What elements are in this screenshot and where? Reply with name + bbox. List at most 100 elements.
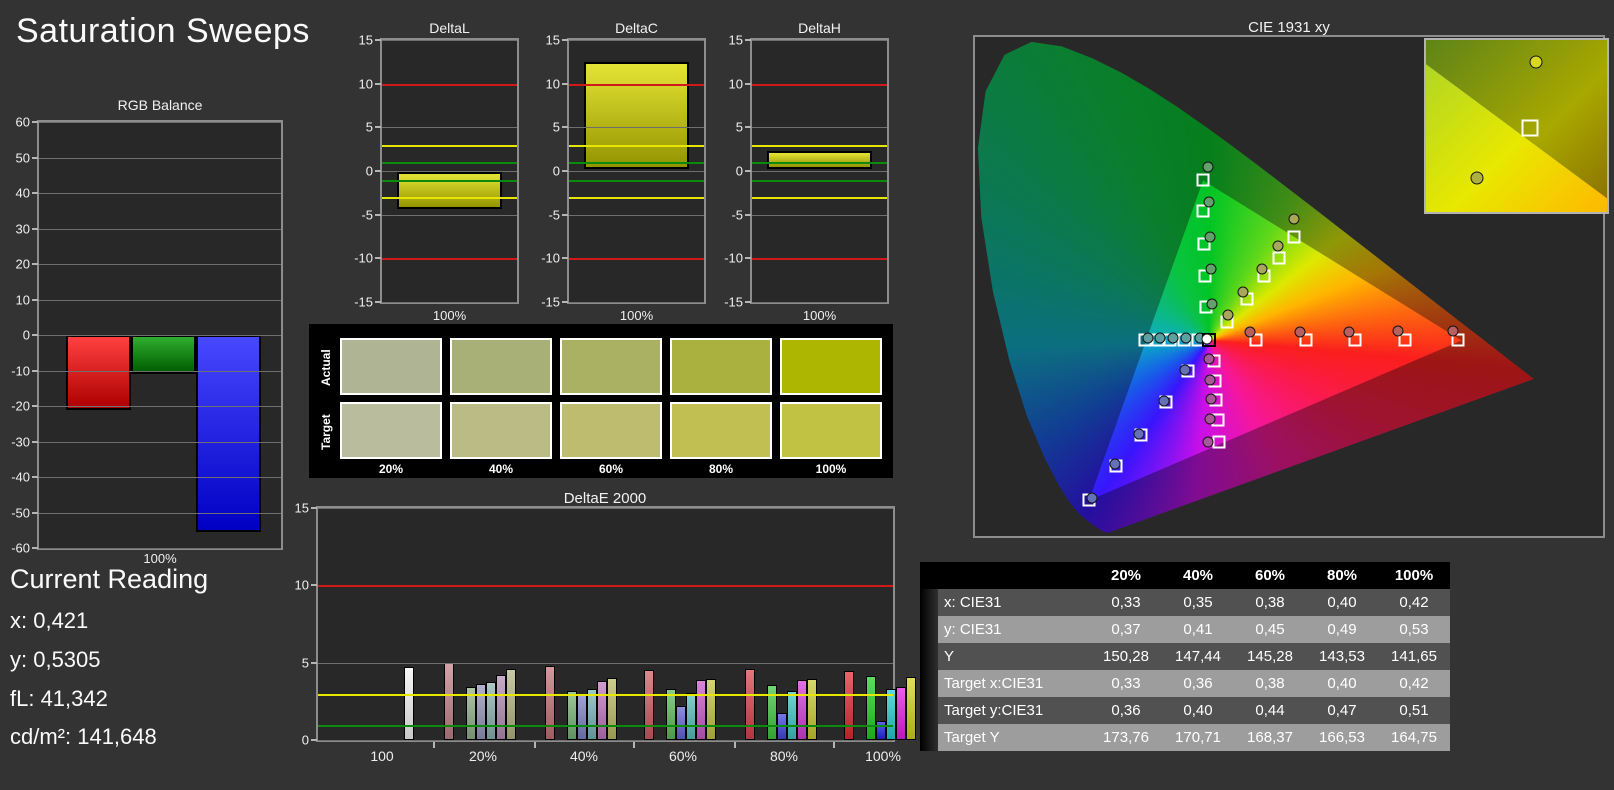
inset-target-square — [1521, 119, 1539, 137]
deltae-group-label: 100% — [865, 748, 901, 764]
limit-line — [752, 144, 887, 147]
limit-line — [569, 144, 704, 147]
table-row-label: Target y:CIE31 — [938, 697, 1090, 724]
deltae-bar-100%-1 — [866, 675, 876, 740]
y-axis-label: 15 — [358, 32, 373, 48]
limit-line — [752, 162, 887, 165]
cie-target-square-magenta — [1212, 435, 1226, 449]
current-reading-cdm2: cd/m²: 141,648 — [10, 724, 157, 749]
deltae-chart: 15 10 5 0 100 20% 40% 60% 80% 100% — [295, 501, 916, 764]
y-axis-label: -10 — [11, 363, 30, 378]
cie-whitepoint-dot — [1201, 333, 1213, 345]
gridline — [752, 40, 887, 41]
y-axis-label: -30 — [11, 434, 30, 449]
cie-measured-dot-magenta — [1205, 393, 1217, 405]
rgb-bar-green — [131, 335, 196, 375]
gridline — [382, 127, 517, 129]
table-cell: 145,28 — [1234, 643, 1306, 670]
y-axis-tick — [745, 301, 751, 303]
limit-line — [382, 197, 517, 200]
gridline — [752, 127, 887, 129]
delta-chart-deltac: 15 10 5 0 -5 -10 -15 — [541, 33, 706, 310]
table-cell: 173,76 — [1090, 724, 1162, 751]
table-row: Y 150,28 147,44 145,28 143,53 141,65 — [920, 643, 1450, 670]
deltae-bar-60%-4 — [696, 679, 706, 740]
deltae-bar-100%-4 — [896, 686, 906, 740]
limit-line — [569, 179, 704, 182]
table-cell: 0,42 — [1378, 670, 1450, 697]
gridline — [39, 157, 281, 159]
y-axis-label: -15 — [354, 294, 373, 310]
cie-measured-dot-green — [1202, 161, 1214, 173]
y-axis-tick — [745, 257, 751, 260]
y-axis-label: 10 — [15, 292, 30, 307]
gridline — [39, 299, 281, 301]
swatch-actual-100% — [780, 338, 882, 395]
gridline — [569, 127, 704, 129]
table-cell: 0,38 — [1234, 589, 1306, 616]
cie-measured-dot-cyan — [1154, 332, 1166, 344]
gridline — [752, 171, 887, 172]
y-axis-label: -15 — [724, 294, 743, 310]
y-axis-tick — [375, 82, 381, 85]
cie-measured-dot-green — [1204, 231, 1216, 243]
y-axis-label: 10 — [728, 76, 743, 92]
y-axis-label: 50 — [15, 150, 30, 165]
y-axis-tick — [375, 301, 381, 303]
deltae-group-label: 60% — [668, 748, 698, 764]
y-axis-label: -50 — [11, 505, 30, 520]
y-axis-label: -40 — [11, 469, 30, 485]
table-cell: 0,51 — [1378, 697, 1450, 724]
table-row-label: y: CIE31 — [938, 616, 1090, 643]
limit-line — [382, 83, 517, 86]
cie-measured-dot-green — [1205, 263, 1217, 275]
deltae-group-label: 100 — [370, 748, 394, 764]
table-row: x: CIE31 0,33 0,35 0,38 0,40 0,42 — [920, 589, 1450, 616]
table-cell: 0,33 — [1090, 670, 1162, 697]
deltae-bar-40%-3 — [587, 689, 597, 740]
cie-target-square-yellow — [1272, 251, 1286, 264]
y-axis-tick — [32, 440, 38, 443]
cie-target-square-yellow — [1287, 230, 1301, 244]
delta-bar — [584, 61, 689, 169]
y-axis-label: -5 — [548, 207, 560, 223]
rgb-bar-red — [66, 335, 131, 410]
y-axis-tick — [745, 213, 751, 216]
deltae-bar-100%-0 — [844, 671, 854, 740]
y-axis-label: 40 — [15, 185, 30, 201]
deltae-bar-40%-0 — [545, 665, 555, 740]
table-row: Target x:CIE31 0,33 0,36 0,38 0,40 0,42 — [920, 670, 1450, 697]
cie-measured-dot-blue — [1086, 492, 1098, 504]
table-cell: 0,49 — [1306, 616, 1378, 643]
x-axis-tick — [534, 742, 536, 748]
cie-target-square-green — [1196, 173, 1210, 187]
swatch-target-100% — [780, 402, 882, 459]
y-axis-tick — [32, 121, 38, 123]
table-cell: 143,53 — [1306, 643, 1378, 670]
table-row-label: Y — [938, 643, 1090, 670]
y-axis-tick — [562, 170, 568, 172]
cie-measured-dot-green — [1203, 196, 1215, 208]
table-cell: 0,45 — [1234, 616, 1306, 643]
swatch-panel: Actual Target 20% 40% 60% 80% 100% — [309, 324, 893, 478]
limit-line — [569, 197, 704, 200]
gridline — [39, 406, 281, 407]
table-row-label: Target Y — [938, 724, 1090, 751]
delta-chart-deltal: 15 10 5 0 -5 -10 -15 — [354, 33, 519, 310]
y-axis-label: -10 — [541, 250, 560, 266]
swatch-target-40% — [450, 402, 552, 459]
cie-measured-dot-cyan — [1180, 332, 1192, 344]
deltae-bar-100%-3 — [886, 689, 896, 740]
table-cell: 0,53 — [1378, 616, 1450, 643]
swatch-target-60% — [560, 402, 662, 459]
table-column-header: 80% — [1306, 562, 1378, 589]
deltae-bar-60%-2 — [676, 706, 686, 740]
y-axis-label: 0 — [735, 163, 743, 179]
y-axis-label: 15 — [545, 32, 560, 48]
table-cell: 0,33 — [1090, 589, 1162, 616]
gridline — [569, 171, 704, 172]
y-axis-tick — [32, 192, 38, 194]
rgb-bar-blue — [196, 335, 261, 532]
y-axis-tick — [32, 263, 38, 265]
cie-measured-dot-red — [1392, 325, 1404, 337]
